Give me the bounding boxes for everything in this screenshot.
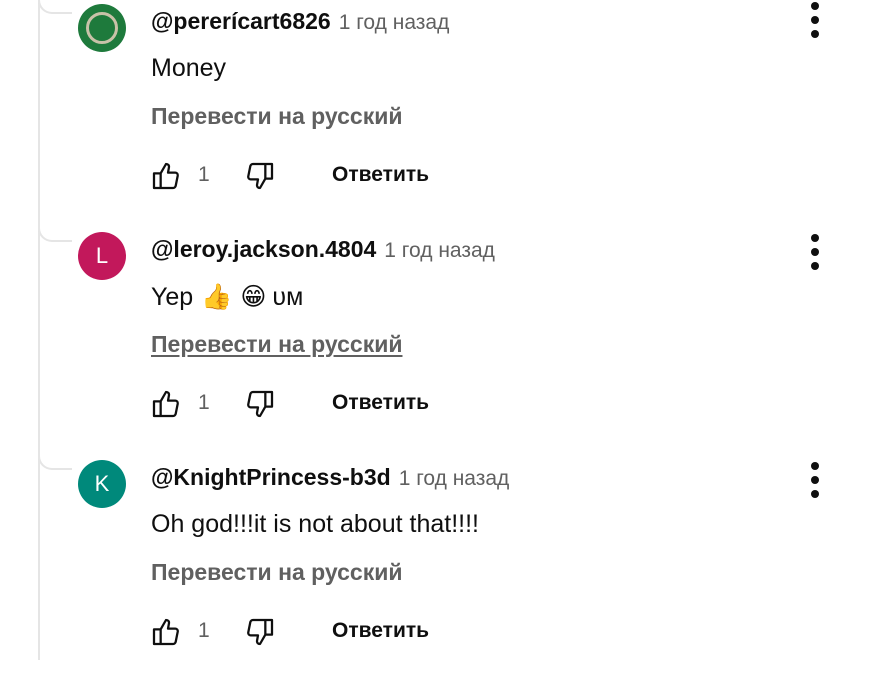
like-count: 1 [198, 619, 210, 642]
comment-header: @KnightPrincess-b3d 1 год назад [151, 464, 509, 491]
more-dot [811, 490, 819, 498]
dislike-button[interactable] [242, 614, 278, 650]
reply-button[interactable]: Ответить [332, 391, 429, 415]
comment-text-tail: ᴜᴍ [272, 282, 304, 311]
comment-actions: 1 Ответить [148, 386, 448, 422]
thumbs-up-icon [152, 162, 179, 190]
thumbs-up-icon [152, 618, 179, 646]
like-button[interactable] [148, 158, 184, 194]
avatar-letter: K [94, 471, 110, 496]
comment-time[interactable]: 1 год назад [339, 11, 450, 35]
comment-text-body: Yep [151, 282, 194, 311]
dislike-button[interactable] [242, 386, 278, 422]
comment-time[interactable]: 1 год назад [399, 467, 510, 491]
more-actions-button[interactable] [800, 460, 830, 500]
more-dot [811, 30, 819, 38]
avatar-letter: L [95, 243, 109, 268]
more-dot [811, 234, 819, 242]
comment: K @KnightPrincess-b3d 1 год назад Oh god… [0, 456, 891, 684]
author-name[interactable]: @leroy.jackson.4804 [151, 236, 376, 263]
thumbs-up-emoji-icon: 👍 [201, 282, 233, 311]
thread-connector [38, 456, 72, 470]
avatar[interactable]: L [78, 232, 126, 280]
thread-connector [38, 0, 72, 14]
reply-button[interactable]: Ответить [332, 619, 429, 643]
author-name[interactable]: @KnightPrincess-b3d [151, 464, 391, 491]
comment: @pererícart6826 1 год назад Money Переве… [0, 0, 891, 228]
translate-link[interactable]: Перевести на русский [151, 559, 402, 586]
grinning-face-emoji-icon: 😁 [240, 283, 267, 311]
dislike-button[interactable] [242, 158, 278, 194]
thumbs-down-icon [247, 618, 274, 646]
comment-text-body: Oh god!!!it is not about that!!!! [151, 510, 479, 538]
translate-link[interactable]: Перевести на русский [151, 103, 402, 130]
more-actions-button[interactable] [800, 232, 830, 272]
comment-text: Yep 👍 😁 ᴜᴍ [151, 282, 303, 312]
comment-header: @pererícart6826 1 год назад [151, 8, 449, 35]
reply-button[interactable]: Ответить [332, 163, 429, 187]
like-button[interactable] [148, 386, 184, 422]
avatar-image [86, 12, 118, 44]
more-dot [811, 248, 819, 256]
comment: L @leroy.jackson.4804 1 год назад Yep 👍 … [0, 228, 891, 456]
comment-time[interactable]: 1 год назад [384, 239, 495, 263]
like-count: 1 [198, 163, 210, 186]
avatar[interactable] [78, 4, 126, 52]
thumbs-down-icon [247, 162, 274, 190]
comment-header: @leroy.jackson.4804 1 год назад [151, 236, 495, 263]
like-count: 1 [198, 391, 210, 414]
thread-connector [38, 228, 72, 242]
more-actions-button[interactable] [800, 0, 830, 40]
comment-actions: 1 Ответить [148, 614, 448, 650]
more-dot [811, 462, 819, 470]
author-name[interactable]: @pererícart6826 [151, 8, 331, 35]
translate-link[interactable]: Перевести на русский [151, 331, 402, 358]
like-button[interactable] [148, 614, 184, 650]
more-dot [811, 262, 819, 270]
comment-actions: 1 Ответить [148, 158, 448, 194]
more-dot [811, 476, 819, 484]
comment-text: Oh god!!!it is not about that!!!! [151, 510, 479, 539]
avatar[interactable]: K [78, 460, 126, 508]
thumbs-down-icon [247, 390, 274, 418]
comment-text-body: Money [151, 54, 227, 82]
comment-text: Money [151, 54, 226, 83]
more-dot [811, 2, 819, 10]
more-dot [811, 16, 819, 24]
thumbs-up-icon [152, 390, 179, 418]
